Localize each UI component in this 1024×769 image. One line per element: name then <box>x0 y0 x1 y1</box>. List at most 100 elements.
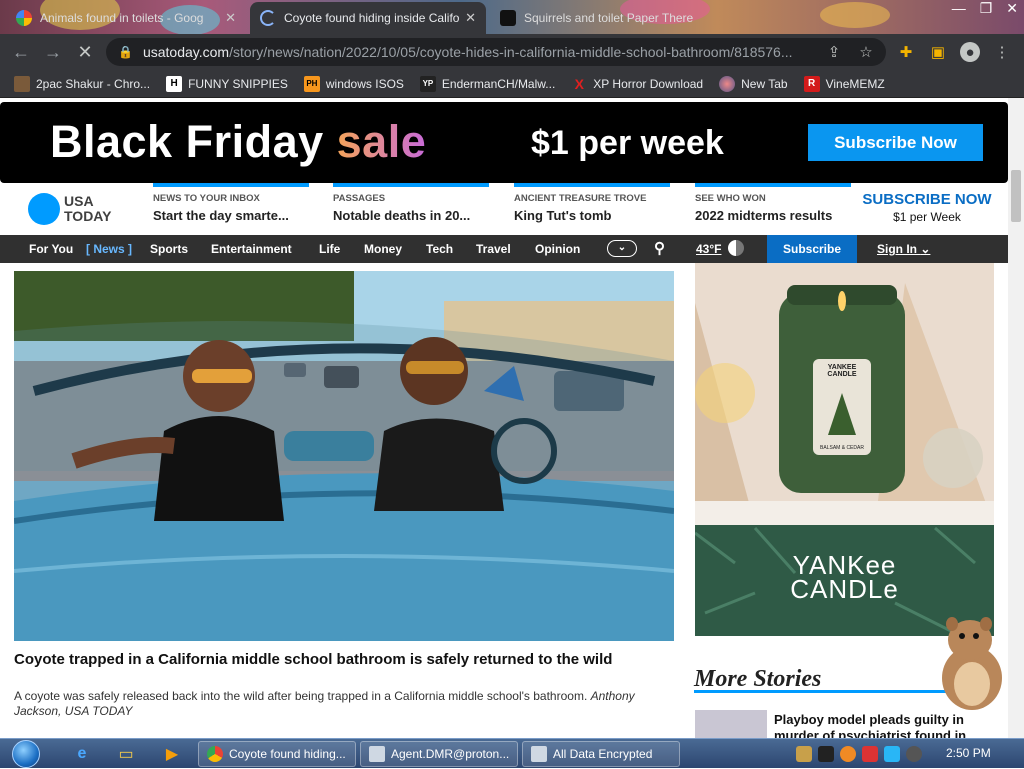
promo-newsletter[interactable]: NEWS TO YOUR INBOX Start the day smarte.… <box>153 183 309 235</box>
internet-explorer-icon[interactable]: e <box>62 741 102 767</box>
chevron-down-icon: ⌄ <box>920 242 931 256</box>
logo-dot-icon <box>28 193 60 225</box>
nav-for-you[interactable]: For You <box>29 242 73 256</box>
promo-king-tut[interactable]: ANCIENT TREASURE TROVE King Tut's tomb <box>514 183 670 235</box>
file-explorer-icon[interactable]: ▭ <box>106 741 146 767</box>
subscribe-price: $1 per Week <box>893 210 961 224</box>
window-controls: — ❐ ✕ <box>952 0 1018 17</box>
taskbar-clock[interactable]: 2:50 PM <box>946 746 991 760</box>
nav-news[interactable]: [ News ] <box>86 242 132 256</box>
bookmark-label: XP Horror Download <box>593 76 704 91</box>
promo-kicker: SEE WHO WON <box>695 193 766 204</box>
scrollbar-thumb[interactable] <box>1011 170 1021 222</box>
sign-in-text: Sign In <box>877 242 917 256</box>
subscribe-now-button[interactable]: Subscribe Now <box>808 124 983 161</box>
x-icon: X <box>574 75 584 92</box>
bookmark-funny-snippies[interactable]: H FUNNY SNIPPIES <box>166 75 288 92</box>
task-label: All Data Encrypted <box>553 747 653 761</box>
bookmarks-bar: 2pac Shakur - Chro... H FUNNY SNIPPIES PH… <box>0 70 1024 98</box>
usa-today-logo[interactable]: USA TODAY <box>28 193 111 225</box>
close-icon[interactable]: ✕ <box>225 10 236 26</box>
window-icon <box>369 746 385 762</box>
hamster-mascot-icon[interactable] <box>932 614 1008 712</box>
tab-title: Squirrels and toilet Paper There <box>524 11 694 25</box>
story-title[interactable]: Playboy model pleads guilty in murder of… <box>774 712 994 738</box>
taskbar-task-encrypted[interactable]: All Data Encrypted <box>522 741 680 767</box>
yp-icon: YP <box>419 75 436 92</box>
menu-kebab-icon[interactable]: ⋮ <box>992 42 1012 62</box>
nav-entertainment[interactable]: Entertainment <box>211 242 292 256</box>
tab-title: Coyote found hiding inside Califo <box>284 11 460 25</box>
more-chevron-down-icon[interactable]: ⌄ <box>607 240 637 257</box>
bookmark-vinememz[interactable]: R VineMEMZ <box>803 75 885 92</box>
subscribe-now-link[interactable]: SUBSCRIBE NOW $1 per Week <box>852 191 1002 224</box>
bookmark-2pac[interactable]: 2pac Shakur - Chro... <box>14 75 150 92</box>
weather-temp[interactable]: 43°F <box>696 242 721 256</box>
taskbar-task-chrome[interactable]: Coyote found hiding... <box>198 741 356 767</box>
bookmark-new-tab[interactable]: New Tab <box>719 75 788 92</box>
nav-subscribe-button[interactable]: Subscribe <box>767 235 857 263</box>
profile-avatar-icon[interactable]: ● <box>960 42 980 62</box>
volume-icon[interactable] <box>906 746 922 762</box>
convertible-photo <box>14 271 674 641</box>
tab-animals-found[interactable]: Animals found in toilets - Goog ✕ <box>6 2 246 34</box>
monitor-icon[interactable] <box>884 746 900 762</box>
bookmark-xp-horror[interactable]: X XP Horror Download <box>571 75 704 92</box>
extensions-icon[interactable]: ✚ <box>896 42 916 62</box>
sign-in-link[interactable]: Sign In ⌄ <box>877 242 930 256</box>
tab-coyote-article[interactable]: Coyote found hiding inside Califo ✕ <box>250 2 486 34</box>
media-player-icon[interactable]: ▶ <box>152 741 192 767</box>
black-friday-banner-ad[interactable]: Black Friday sale $1 per week Subscribe … <box>0 102 1008 183</box>
close-icon[interactable]: ✕ <box>465 10 476 26</box>
bookmark-windows-isos[interactable]: PH windows ISOS <box>303 75 404 92</box>
taskbar-task-agent[interactable]: Agent.DMR@proton... <box>360 741 518 767</box>
bookmark-star-icon[interactable]: ☆ <box>856 42 876 62</box>
bookmark-label: New Tab <box>741 76 788 91</box>
masthead: USA TODAY NEWS TO YOUR INBOX Start the da… <box>0 183 1008 235</box>
close-window-icon[interactable]: ✕ <box>1006 0 1018 17</box>
stop-loading-button[interactable]: ✕ <box>70 37 100 67</box>
promo-midterms[interactable]: SEE WHO WON 2022 midterms results <box>695 183 851 235</box>
forward-button[interactable]: → <box>38 37 68 67</box>
minimize-icon[interactable]: — <box>952 0 966 17</box>
nav-opinion[interactable]: Opinion <box>535 242 580 256</box>
story-thumbnail[interactable] <box>695 710 767 738</box>
promo-passages[interactable]: PASSAGES Notable deaths in 20... <box>333 183 489 235</box>
url-path: /story/news/nation/2022/10/05/coyote-hid… <box>229 44 793 60</box>
bookmark-label: FUNNY SNIPPIES <box>188 76 288 91</box>
logo-line: USA <box>64 193 94 209</box>
tab-squirrels[interactable]: Squirrels and toilet Paper There <box>490 2 710 34</box>
hero-image[interactable] <box>14 271 674 641</box>
tab-title: Animals found in toilets - Goog <box>40 11 204 25</box>
window-icon <box>531 746 547 762</box>
sidepanel-icon[interactable]: ▣ <box>928 42 948 62</box>
nav-tech[interactable]: Tech <box>426 242 453 256</box>
tray-app-icon[interactable] <box>796 746 812 762</box>
promo-title: Notable deaths in 20... <box>333 208 471 223</box>
tray-app-icon[interactable] <box>840 746 856 762</box>
bookmark-endermanch[interactable]: YP EndermanCH/Malw... <box>419 75 555 92</box>
search-icon[interactable]: ⚲ <box>654 239 665 257</box>
bookmark-favicon-icon <box>14 75 30 92</box>
nav-money[interactable]: Money <box>364 242 402 256</box>
address-bar[interactable]: 🔒 usatoday.com/story/news/nation/2022/10… <box>106 38 886 66</box>
article-headline[interactable]: Coyote trapped in a California middle sc… <box>14 651 664 669</box>
yankee-candle-ad[interactable]: YANKEE CANDLE BALSAM & CEDAR YANKee CAND… <box>695 263 994 636</box>
page-scrollbar[interactable] <box>1008 98 1024 738</box>
logo-text: USA TODAY <box>64 194 111 224</box>
task-label: Coyote found hiding... <box>229 747 346 761</box>
promo-kicker: ANCIENT TREASURE TROVE <box>514 193 647 204</box>
share-icon[interactable]: ⇪ <box>824 42 844 62</box>
restore-icon[interactable]: ❐ <box>980 0 993 17</box>
promo-title: 2022 midterms results <box>695 208 833 223</box>
tray-app-icon[interactable] <box>818 746 834 762</box>
back-button[interactable]: ← <box>6 37 36 67</box>
flag-icon[interactable] <box>862 746 878 762</box>
nav-travel[interactable]: Travel <box>476 242 511 256</box>
nav-life[interactable]: Life <box>319 242 340 256</box>
ph-icon: PH <box>303 75 320 92</box>
start-button[interactable] <box>6 739 46 769</box>
nav-sports[interactable]: Sports <box>150 242 188 256</box>
promo-title: King Tut's tomb <box>514 208 612 223</box>
loading-icon <box>260 10 276 26</box>
